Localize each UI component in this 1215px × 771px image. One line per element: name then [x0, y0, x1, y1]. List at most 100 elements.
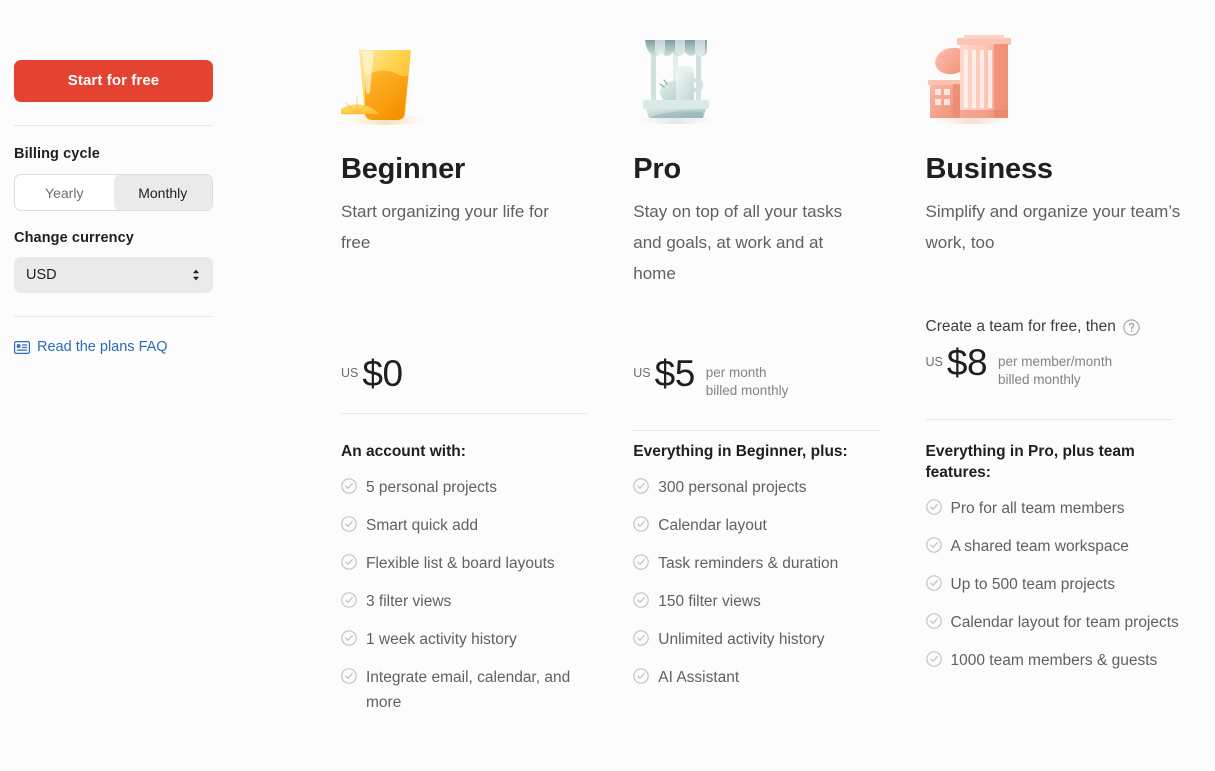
feature-item: Smart quick add [341, 513, 596, 538]
plan-features: Everything in Beginner, plus: 300 person… [633, 441, 888, 703]
billing-cycle-label: Billing cycle [14, 146, 100, 162]
check-circle-icon [925, 651, 942, 667]
price-currency-prefix: US [925, 355, 943, 369]
feature-label: 1000 team members & guests [950, 652, 1158, 669]
features-heading: Everything in Pro, plus team features: [925, 443, 1135, 481]
features-list: Pro for all team members A shared team w… [925, 496, 1181, 673]
lemonade-stand-icon [633, 0, 862, 132]
feature-item: 1000 team members & guests [925, 648, 1181, 673]
plan-columns: Beginner Start organizing your life for … [341, 0, 1215, 771]
price-term-line-1: per month [705, 365, 767, 380]
check-circle-icon [341, 554, 357, 570]
billing-cycle-option-monthly[interactable]: Monthly [113, 175, 212, 210]
feature-label: Integrate email, calendar, and more [366, 669, 571, 711]
feature-item: Pro for all team members [925, 496, 1181, 521]
check-circle-icon [633, 592, 650, 608]
feature-label: Pro for all team members [950, 500, 1125, 517]
read-plans-faq-link[interactable]: Read the plans FAQ [14, 339, 214, 355]
feature-item: Up to 500 team projects [925, 572, 1181, 597]
check-circle-icon [633, 630, 650, 646]
check-circle-icon [341, 630, 357, 646]
feature-label: Up to 500 team projects [950, 576, 1116, 593]
feature-item: 3 filter views [341, 589, 596, 614]
read-plans-faq-label: Read the plans FAQ [37, 339, 168, 355]
feature-item: Flexible list & board layouts [341, 551, 596, 576]
feature-label: Calendar layout for team projects [950, 614, 1179, 631]
price-term-line-2: billed monthly [705, 383, 789, 398]
price-divider [633, 430, 880, 431]
feature-label: Smart quick add [366, 517, 478, 534]
feature-item: 300 personal projects [633, 475, 888, 500]
check-circle-icon [341, 592, 357, 608]
price-amount: $5 [654, 353, 696, 394]
team-free-note-label: Create a team for free, then [925, 318, 1116, 335]
price-currency-prefix: US [633, 366, 651, 380]
currency-select[interactable]: USD [14, 257, 213, 293]
start-for-free-button[interactable]: Start for free [14, 60, 213, 102]
plan-tagline: Simplify and organize your team’s work, … [925, 202, 1181, 253]
price-terms: per month billed monthly [706, 364, 789, 400]
pricing-sidebar: Start for free Billing cycle Yearly Mont… [14, 60, 214, 355]
feature-label: Calendar layout [658, 517, 767, 534]
check-circle-icon [633, 516, 650, 532]
change-currency-label: Change currency [14, 230, 134, 246]
plan-name: Pro [633, 153, 681, 185]
feature-label: 300 personal projects [658, 479, 807, 496]
price-amount: $0 [362, 353, 403, 394]
feature-item: 1 week activity history [341, 627, 596, 652]
check-circle-icon [925, 537, 942, 553]
plan-price-block: US $5 per month billed monthly [633, 355, 881, 431]
billing-cycle-toggle[interactable]: Yearly Monthly [14, 174, 213, 211]
plan-price-row: US $5 per month billed monthly [633, 355, 881, 409]
plan-features: An account with: 5 personal projects Sma… [341, 441, 596, 728]
features-heading: Everything in Beginner, plus: [633, 443, 848, 460]
chevron-up-down-icon [190, 267, 202, 283]
feature-item: 5 personal projects [341, 475, 596, 500]
check-circle-icon [341, 478, 357, 494]
feature-label: Flexible list & board layouts [366, 555, 555, 572]
check-circle-icon [925, 613, 942, 629]
feature-label: Unlimited activity history [658, 631, 825, 648]
feature-label: A shared team workspace [950, 538, 1129, 555]
feature-label: 150 filter views [658, 593, 761, 610]
check-circle-icon [633, 478, 650, 494]
check-circle-icon [633, 554, 650, 570]
feature-item: Task reminders & duration [633, 551, 888, 576]
feature-item: Unlimited activity history [633, 627, 888, 652]
feature-item: Calendar layout for team projects [925, 610, 1181, 635]
price-divider [341, 413, 587, 414]
plan-features: Everything in Pro, plus team features: P… [926, 441, 1181, 686]
billing-cycle-option-yearly[interactable]: Yearly [15, 175, 114, 210]
price-currency-prefix: US [341, 366, 359, 380]
check-circle-icon [925, 499, 942, 515]
plan-name: Beginner [341, 153, 466, 185]
price-divider [925, 419, 1172, 420]
feature-item: Integrate email, calendar, and more [341, 665, 596, 715]
check-circle-icon [633, 668, 650, 684]
currency-select-value: USD [26, 267, 57, 283]
feature-item: Calendar layout [633, 513, 888, 538]
price-amount: $8 [946, 342, 988, 383]
feature-item: 150 filter views [633, 589, 888, 614]
check-circle-icon [341, 668, 357, 684]
feature-label: AI Assistant [658, 669, 740, 686]
price-term-line-2: billed monthly [998, 372, 1081, 387]
plan-price-row: US $8 per member/month billed monthly [926, 344, 1174, 398]
price-term-line-1: per member/month [998, 354, 1113, 369]
plan-price-block: Create a team for free, then US $8 per m… [925, 318, 1174, 420]
plan-name: Business [925, 153, 1054, 185]
help-circle-icon[interactable] [1123, 318, 1140, 336]
feature-label: 3 filter views [366, 593, 452, 610]
plan-card-beginner: Beginner Start organizing your life for … [341, 0, 633, 771]
feature-item: A shared team workspace [925, 534, 1181, 559]
orange-juice-glass-icon [341, 0, 570, 132]
plan-tagline: Start organizing your life for free [341, 202, 549, 253]
feature-item: AI Assistant [633, 665, 888, 690]
article-list-icon [14, 340, 31, 354]
feature-label: 1 week activity history [366, 631, 517, 648]
check-circle-icon [925, 575, 942, 591]
plan-price-block: US $0 [341, 355, 589, 414]
features-heading: An account with: [341, 443, 466, 460]
price-terms: per member/month billed monthly [998, 353, 1112, 389]
plan-card-pro: Pro Stay on top of all your tasks and go… [633, 0, 925, 771]
